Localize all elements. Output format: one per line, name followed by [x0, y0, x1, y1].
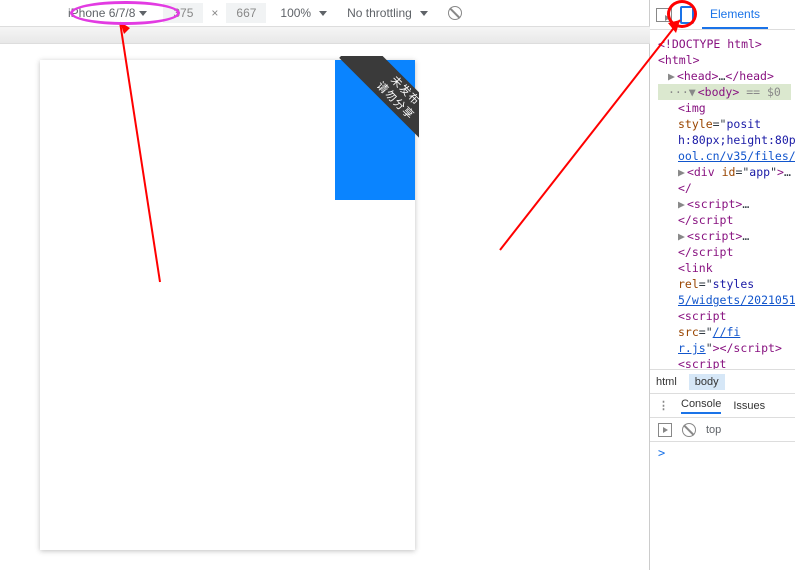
drawer-tabs: ⋮ Console Issues: [650, 394, 795, 418]
dom-line[interactable]: h:80px;height:80p: [658, 132, 791, 148]
dom-line[interactable]: <img style="posit: [658, 100, 791, 132]
dom-tree[interactable]: <!DOCTYPE html><html>▶<head>…</head>···▼…: [650, 30, 795, 370]
throttling-select[interactable]: No throttling: [341, 6, 434, 20]
dom-line[interactable]: ool.cn/v35/files/: [658, 148, 791, 164]
rotate-icon: [448, 6, 462, 20]
console-toolbar: top: [650, 418, 795, 442]
tab-elements[interactable]: Elements: [702, 1, 768, 29]
inspect-element-icon[interactable]: [656, 8, 672, 22]
corner-ribbon: 未发布 请勿分享: [324, 56, 419, 151]
device-select[interactable]: iPhone 6/7/8: [60, 2, 155, 24]
execution-context-icon[interactable]: [658, 423, 672, 437]
console-prompt[interactable]: >: [650, 442, 795, 464]
dom-line[interactable]: ▶<script>…</script: [658, 228, 791, 260]
zoom-label: 100%: [280, 6, 311, 20]
dom-line[interactable]: 5/widgets/2021051: [658, 292, 791, 308]
dom-breadcrumb[interactable]: html body: [650, 370, 795, 394]
devtools-icon-row: Elements: [650, 0, 795, 30]
chevron-down-icon: [420, 11, 428, 16]
devtools-pane: Elements <!DOCTYPE html><html>▶<head>…</…: [650, 0, 795, 570]
device-viewport[interactable]: 未发布 请勿分享: [40, 60, 415, 550]
dom-line[interactable]: <link rel="styles: [658, 260, 791, 292]
breadcrumb-html[interactable]: html: [656, 376, 677, 388]
dom-line[interactable]: ···▼<body> == $0: [658, 84, 791, 100]
toggle-device-icon[interactable]: [680, 6, 694, 24]
ribbon-label: 未发布 请勿分享: [339, 56, 419, 151]
throttling-label: No throttling: [347, 6, 412, 20]
more-icon[interactable]: ⋮: [658, 399, 669, 412]
ruler-horizontal: [0, 26, 650, 44]
device-toolbar: iPhone 6/7/8 × 100% No throttling: [60, 0, 468, 26]
breadcrumb-body[interactable]: body: [689, 374, 725, 390]
tab-console[interactable]: Console: [681, 398, 721, 414]
device-preview-pane: iPhone 6/7/8 × 100% No throttling 未发布 请勿…: [0, 0, 650, 570]
tab-issues[interactable]: Issues: [733, 400, 765, 412]
device-select-label: iPhone 6/7/8: [68, 6, 135, 20]
clear-console-icon[interactable]: [682, 423, 696, 437]
zoom-select[interactable]: 100%: [274, 6, 333, 20]
chevron-down-icon: [139, 11, 147, 16]
dimension-separator: ×: [211, 6, 218, 20]
dom-line[interactable]: <script src="//fi: [658, 308, 791, 340]
chevron-down-icon: [319, 11, 327, 16]
dom-line[interactable]: ▶<script>…</script: [658, 196, 791, 228]
rotate-button[interactable]: [442, 6, 468, 20]
dom-line[interactable]: r.js"></script>: [658, 340, 791, 356]
width-input[interactable]: [163, 3, 203, 23]
context-top[interactable]: top: [706, 424, 721, 436]
dom-line[interactable]: <html>: [658, 52, 791, 68]
height-input[interactable]: [226, 3, 266, 23]
dom-line[interactable]: <!DOCTYPE html>: [658, 36, 791, 52]
dom-line[interactable]: ▶<div id="app">…</: [658, 164, 791, 196]
dom-line[interactable]: <script src="//fi: [658, 356, 791, 370]
dom-line[interactable]: ▶<head>…</head>: [658, 68, 791, 84]
